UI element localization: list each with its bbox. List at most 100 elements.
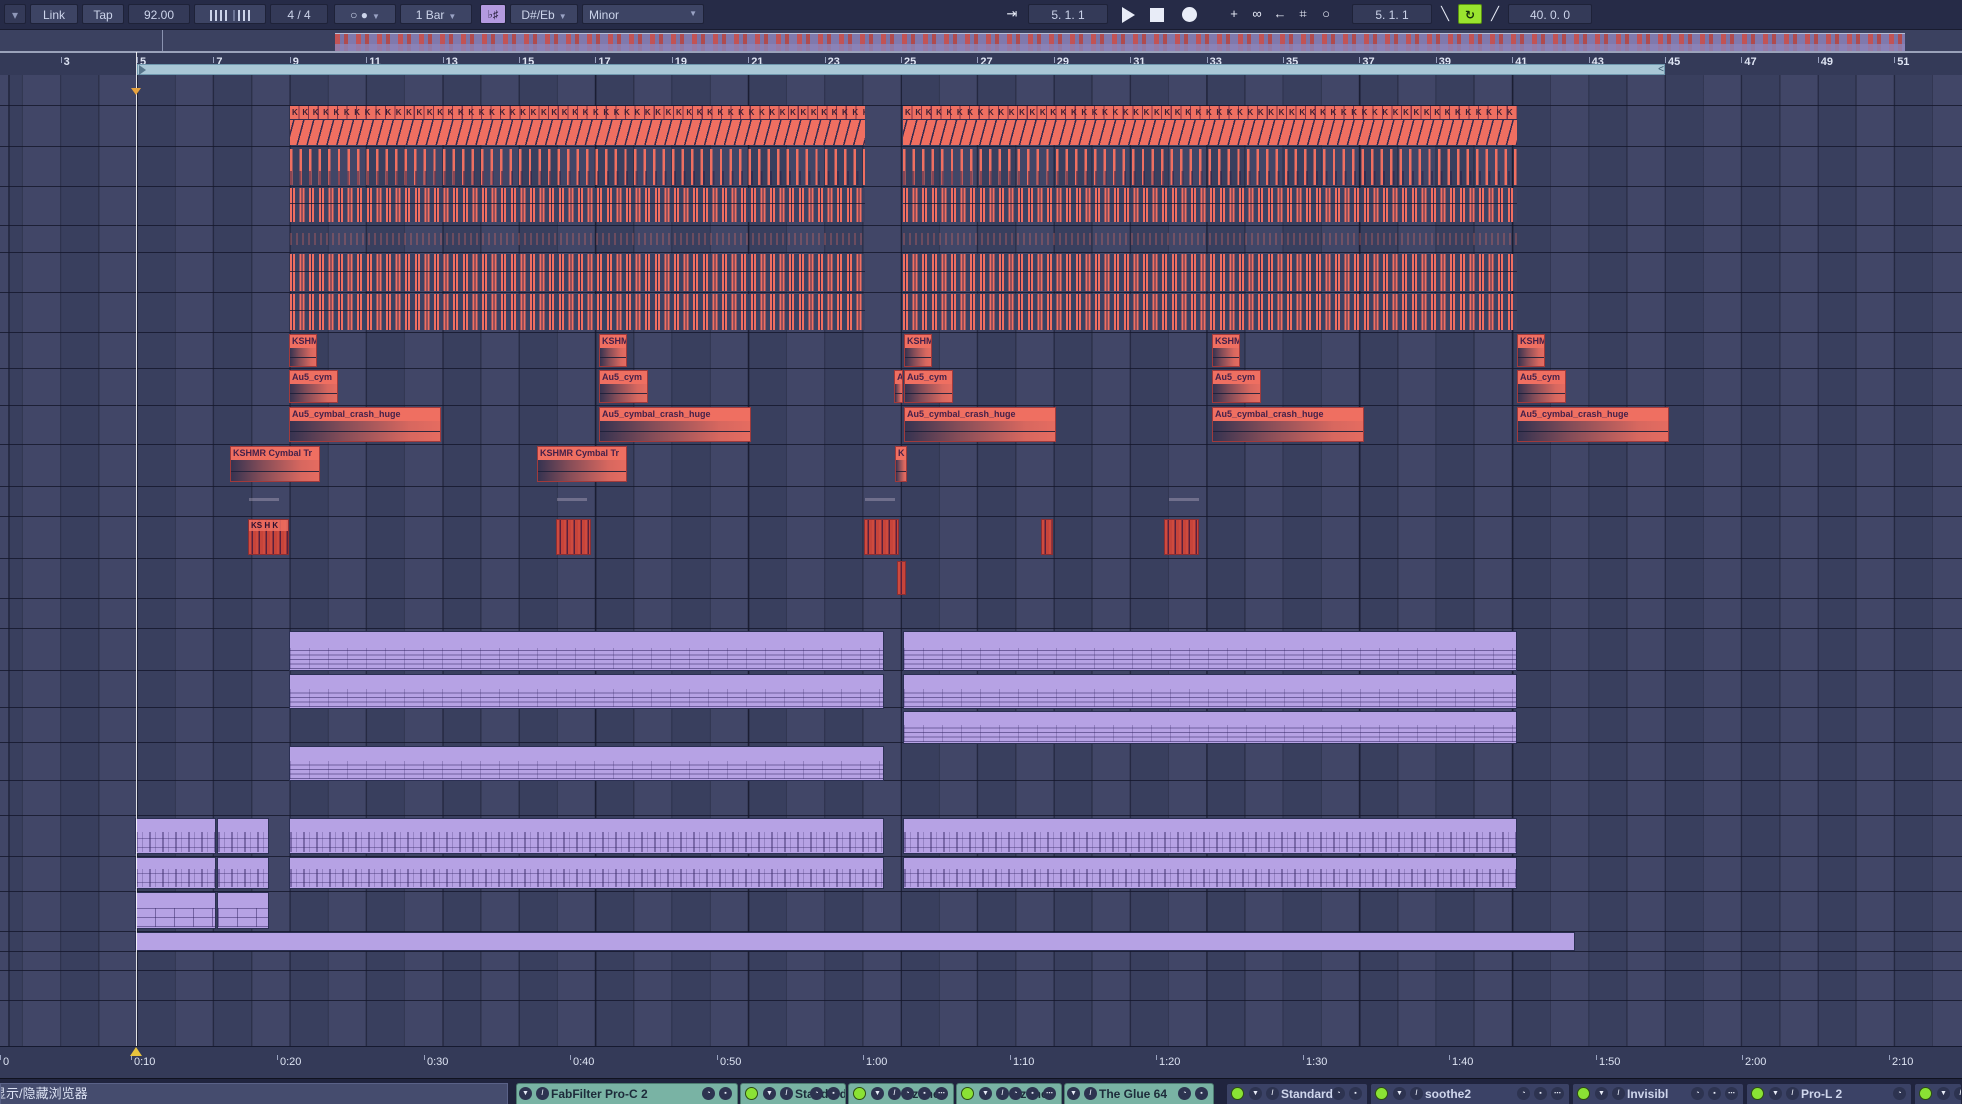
audio-clip-chops[interactable] [1164, 519, 1199, 555]
audio-clip[interactable]: Au5_cym [289, 370, 338, 403]
quantize-menu[interactable]: 1 Bar▼ [400, 4, 472, 24]
loop-start-marker-icon[interactable] [139, 65, 146, 75]
audio-clip[interactable]: Au5_cym [904, 370, 953, 403]
record-button[interactable] [1182, 7, 1197, 22]
device-on-led[interactable] [1375, 1087, 1388, 1100]
audio-clip-stripes[interactable] [290, 294, 865, 330]
device-fold-icon[interactable]: ▼ [979, 1087, 992, 1100]
device-on-led[interactable] [1919, 1087, 1932, 1100]
device-wrench-icon[interactable]: / [1612, 1087, 1625, 1100]
device-more-icon[interactable]: ⋯ [1725, 1087, 1738, 1100]
device-header[interactable]: ▼/soothe2◔▪⋯ [1370, 1083, 1570, 1104]
device-dial-icon[interactable]: ◔ [702, 1087, 715, 1100]
audio-clip[interactable]: KSHM [289, 334, 317, 367]
device-dial-icon[interactable]: ◔ [1178, 1087, 1191, 1100]
link-button[interactable]: Link [30, 4, 78, 24]
device-more-icon[interactable]: ⋯ [935, 1087, 948, 1100]
device-save-icon[interactable]: ▪ [1026, 1087, 1039, 1100]
device-header[interactable]: ▼/Ozone◔▪⋯ [848, 1083, 954, 1104]
device-dial-icon[interactable]: ◔ [1517, 1087, 1530, 1100]
midi-clip[interactable] [135, 818, 216, 854]
midi-clip[interactable] [135, 892, 216, 929]
audio-clip[interactable]: Au5_cym [1517, 370, 1566, 403]
play-button[interactable] [1122, 7, 1135, 23]
audio-clip[interactable]: KSHM [904, 334, 932, 367]
device-more-icon[interactable]: ⋯ [1551, 1087, 1564, 1100]
device-fold-icon[interactable]: ▼ [1067, 1087, 1080, 1100]
audio-clip-stripes[interactable] [903, 294, 1517, 330]
chopped-audio-clip-row[interactable]: KKKKKKKKKKKKKKKKKKKKKKKKKKKKKKKKKKKKKKKK… [903, 106, 1517, 145]
device-fold-icon[interactable]: ▼ [1769, 1087, 1782, 1100]
audio-clip-stripes[interactable] [290, 149, 865, 185]
device-save-icon[interactable]: ▪ [1195, 1087, 1208, 1100]
device-on-led[interactable] [1751, 1087, 1764, 1100]
loop-start-field[interactable]: 5. 1. 1 [1352, 4, 1432, 24]
midi-clip[interactable] [903, 631, 1517, 671]
audio-clip-chops[interactable] [864, 519, 899, 555]
key-root-menu[interactable]: D#/Eb▼ [510, 4, 578, 24]
device-header[interactable]: ▼/StandardC◔▪ [1226, 1083, 1368, 1104]
device-wrench-icon[interactable]: / [1410, 1087, 1423, 1100]
device-dial-icon[interactable]: ◔ [1009, 1087, 1022, 1100]
punch-in-icon[interactable]: ╲ [1436, 4, 1454, 24]
audio-clip[interactable]: KSHM [1212, 334, 1240, 367]
audio-clip[interactable]: Au5_cym [599, 370, 648, 403]
audio-clip[interactable]: Au5_cymbal_crash_huge [904, 407, 1056, 442]
audio-clip-chops[interactable] [1041, 519, 1053, 555]
audio-clip[interactable]: Au5_cym [1212, 370, 1261, 403]
time-signature-field[interactable]: 4 / 4 [270, 4, 328, 24]
device-wrench-icon[interactable]: / [1084, 1087, 1097, 1100]
playhead-triangle-icon[interactable] [130, 1047, 142, 1056]
device-wrench-icon[interactable]: / [1954, 1087, 1962, 1100]
loop-switch[interactable]: ↻ [1458, 4, 1482, 24]
device-save-icon[interactable]: ▪ [719, 1087, 732, 1100]
device-header[interactable]: ▼/The Glue 64◔▪ [1064, 1083, 1214, 1104]
follow-button[interactable]: ⇥ [1000, 4, 1024, 24]
device-header[interactable]: ▼/StandardC◔▪ [740, 1083, 846, 1104]
device-fold-icon[interactable]: ▼ [1393, 1087, 1406, 1100]
device-wrench-icon[interactable]: / [780, 1087, 793, 1100]
audio-clip[interactable]: KSHM [1517, 334, 1545, 367]
device-fold-icon[interactable]: ▼ [1249, 1087, 1262, 1100]
midi-clip[interactable] [289, 674, 884, 709]
nudge-metronome-icon[interactable] [194, 4, 266, 24]
device-fold-icon[interactable]: ▼ [871, 1087, 884, 1100]
device-dial-icon[interactable]: ◔ [810, 1087, 823, 1100]
audio-clip-stripes[interactable] [903, 149, 1517, 185]
midi-clip[interactable] [217, 857, 269, 889]
re-enable-automation-icon[interactable]: ← [1270, 4, 1290, 24]
capture-midi-icon[interactable]: ○ [1316, 4, 1336, 24]
tap-tempo-button[interactable]: Tap [82, 4, 124, 24]
device-wrench-icon[interactable]: / [536, 1087, 549, 1100]
midi-clip[interactable] [289, 857, 884, 889]
device-header[interactable]: ▼/Pro-L 2◔ [1746, 1083, 1912, 1104]
arrangement-canvas[interactable]: KKKKKKKKKKKKKKKKKKKKKKKKKKKKKKKKKKKKKKKK… [0, 75, 1962, 1046]
audio-clip[interactable]: KSHMR Cymbal Tr [537, 446, 627, 482]
device-fold-icon[interactable]: ▼ [763, 1087, 776, 1100]
time-ruler[interactable]: 00:100:200:300:400:501:001:101:201:301:4… [0, 1046, 1962, 1079]
audio-clip[interactable]: Au5_cymbal_crash_huge [289, 407, 441, 442]
audio-clip[interactable]: KSHM [599, 334, 627, 367]
groove-amount-control[interactable]: ○ ●▼ [334, 4, 396, 24]
loop-length-field[interactable]: 40. 0. 0 [1508, 4, 1592, 24]
audio-clip[interactable]: K [895, 446, 907, 482]
overdub-plus-icon[interactable]: + [1224, 4, 1244, 24]
audio-clip-stripes[interactable] [290, 233, 865, 245]
audio-clip-stripes[interactable] [903, 254, 1517, 291]
scale-mode-button[interactable]: ♭♯ [480, 4, 506, 24]
device-save-icon[interactable]: ▪ [1349, 1087, 1362, 1100]
scale-name-menu[interactable]: Minor▼ [582, 4, 704, 24]
midi-clip[interactable] [217, 892, 269, 929]
collapse-arrow-icon[interactable]: ▾ [4, 4, 26, 24]
midi-clip[interactable] [289, 746, 884, 781]
device-fold-icon[interactable]: ▼ [1937, 1087, 1950, 1100]
punch-out-icon[interactable]: ╱ [1486, 4, 1504, 24]
audio-clip-chops[interactable] [897, 561, 906, 595]
device-on-led[interactable] [853, 1087, 866, 1100]
midi-clip[interactable] [903, 857, 1517, 889]
stop-button[interactable] [1150, 8, 1164, 22]
midi-clip[interactable] [217, 818, 269, 854]
device-header[interactable]: ▼/Ozone◔▪⋯ [956, 1083, 1062, 1104]
device-save-icon[interactable]: ▪ [1534, 1087, 1547, 1100]
device-dial-icon[interactable]: ◔ [1893, 1087, 1906, 1100]
